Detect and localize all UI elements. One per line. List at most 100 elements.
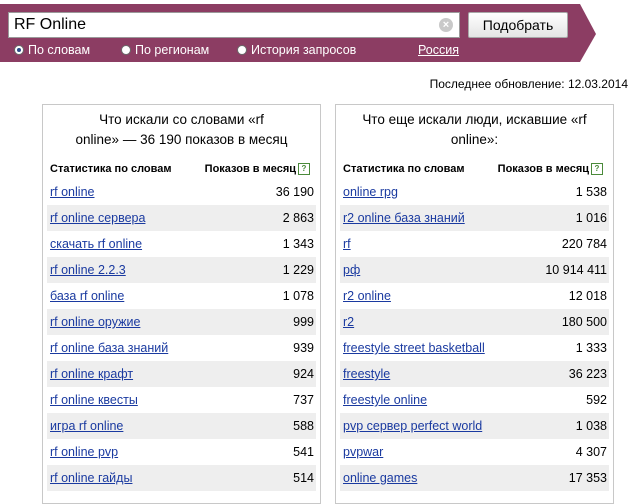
table-row: rf online 36 190 xyxy=(47,179,316,205)
table-row: rf online крафт 924 xyxy=(47,361,316,387)
keyword-link[interactable]: freestyle street basketball xyxy=(343,341,485,355)
impressions-count: 4 307 xyxy=(575,445,607,459)
impressions-count: 17 353 xyxy=(568,471,607,485)
search-box: × xyxy=(8,12,460,38)
table-row: online games 17 353 xyxy=(340,465,609,491)
keyword-link[interactable]: rf xyxy=(343,237,351,251)
mode-by-regions[interactable]: По регионам xyxy=(121,43,209,57)
column-header-count: Показов в месяц ? xyxy=(205,163,310,175)
keyword-link[interactable]: rf online гайды xyxy=(50,471,132,485)
keyword-link[interactable]: pvp сервер perfect world xyxy=(343,419,482,433)
help-icon[interactable]: ? xyxy=(298,163,310,175)
panel-title-line1: Что искали со словами «rf xyxy=(99,112,264,127)
impressions-count: 999 xyxy=(293,315,314,329)
keyword-link[interactable]: rf online база знаний xyxy=(50,341,168,355)
panel-title-line2: online» — 36 190 показов в месяц xyxy=(75,132,288,147)
table-row: online rpg 1 538 xyxy=(340,179,609,205)
impressions-count: 1 229 xyxy=(282,263,314,277)
impressions-count: 2 863 xyxy=(282,211,314,225)
impressions-count: 939 xyxy=(293,341,314,355)
keyword-link[interactable]: база rf online xyxy=(50,289,124,303)
impressions-count: 737 xyxy=(293,393,314,407)
search-banner: × Подобрать По словам По регионам Истори… xyxy=(0,0,638,66)
keyword-link[interactable]: rf online оружие xyxy=(50,315,140,329)
submit-button[interactable]: Подобрать xyxy=(468,12,568,38)
impressions-count: 592 xyxy=(586,393,607,407)
keyword-link[interactable]: freestyle xyxy=(343,367,390,381)
keyword-table: rf online 36 190 rf online сервера 2 863 с… xyxy=(47,179,316,491)
table-row: r2 online 12 018 xyxy=(340,283,609,309)
table-row: r2 180 500 xyxy=(340,309,609,335)
impressions-count: 220 784 xyxy=(561,237,607,251)
clear-icon[interactable]: × xyxy=(439,18,453,32)
impressions-count: 1 333 xyxy=(575,341,607,355)
keyword-link[interactable]: rf online pvp xyxy=(50,445,118,459)
table-row: freestyle 36 223 xyxy=(340,361,609,387)
keyword-link[interactable]: rf online квесты xyxy=(50,393,138,407)
table-row: r2 online база знаний 1 016 xyxy=(340,205,609,231)
column-header-keyword: Статистика по словам xyxy=(50,163,172,175)
table-row: игра rf online 588 xyxy=(47,413,316,439)
impressions-count: 1 016 xyxy=(575,211,607,225)
last-update-text: Последнее обновление: 12.03.2014 xyxy=(429,77,628,91)
impressions-count: 36 190 xyxy=(275,185,314,199)
mode-history[interactable]: История запросов xyxy=(237,43,356,57)
help-icon[interactable]: ? xyxy=(591,163,603,175)
table-row: freestyle online 592 xyxy=(340,387,609,413)
keyword-link[interactable]: rf online сервера xyxy=(50,211,145,225)
impressions-count: 1 538 xyxy=(575,185,607,199)
impressions-count: 180 500 xyxy=(561,315,607,329)
column-header-keyword: Статистика по словам xyxy=(343,163,465,175)
radio-empty-icon[interactable] xyxy=(121,45,131,55)
keyword-link[interactable]: rf online xyxy=(50,185,94,199)
panel-title-line2: online»: xyxy=(450,132,499,147)
impressions-count: 1 038 xyxy=(575,419,607,433)
search-input[interactable] xyxy=(14,15,434,35)
impressions-count: 1 078 xyxy=(282,289,314,303)
table-row: rf online оружие 999 xyxy=(47,309,316,335)
keyword-link[interactable]: pvpwar xyxy=(343,445,383,459)
keyword-link[interactable]: online games xyxy=(343,471,417,485)
keyword-link[interactable]: r2 online xyxy=(343,289,391,303)
also-searched-panel: Что еще искали люди, искавшие «rf online… xyxy=(335,104,614,504)
keyword-link[interactable]: freestyle online xyxy=(343,393,427,407)
region-link[interactable]: Россия xyxy=(418,43,459,57)
keyword-link[interactable]: скачать rf online xyxy=(50,237,142,251)
impressions-count: 12 018 xyxy=(568,289,607,303)
table-row: pvp сервер perfect world 1 038 xyxy=(340,413,609,439)
table-row: freestyle street basketball 1 333 xyxy=(340,335,609,361)
column-header-count-label: Показов в месяц xyxy=(497,163,589,175)
keyword-table: online rpg 1 538 r2 online база знаний 1 0… xyxy=(340,179,609,491)
panel-title-line1: Что еще искали люди, искавшие «rf xyxy=(362,112,587,127)
impressions-count: 10 914 411 xyxy=(545,263,607,277)
keyword-link[interactable]: rf online крафт xyxy=(50,367,133,381)
column-header-count-label: Показов в месяц xyxy=(204,163,296,175)
keyword-link[interactable]: r2 online база знаний xyxy=(343,211,465,225)
table-row: скачать rf online 1 343 xyxy=(47,231,316,257)
impressions-count: 588 xyxy=(293,419,314,433)
keyword-link[interactable]: игра rf online xyxy=(50,419,123,433)
radio-selected-icon[interactable] xyxy=(14,45,24,55)
table-row: pvpwar 4 307 xyxy=(340,439,609,465)
mode-by-words[interactable]: По словам xyxy=(14,43,90,57)
mode-history-label: История запросов xyxy=(251,43,357,57)
table-row: rf online сервера 2 863 xyxy=(47,205,316,231)
table-row: rf online база знаний 939 xyxy=(47,335,316,361)
keyword-link[interactable]: online rpg xyxy=(343,185,398,199)
keyword-link[interactable]: r2 xyxy=(343,315,354,329)
keyword-link[interactable]: рф xyxy=(343,263,360,277)
table-row: rf online гайды 514 xyxy=(47,465,316,491)
table-row: rf online pvp 541 xyxy=(47,439,316,465)
panel-title: Что искали со словами «rf online» — 36 1… xyxy=(43,110,320,150)
mode-by-words-label: По словам xyxy=(28,43,91,57)
related-words-panel: Что искали со словами «rf online» — 36 1… xyxy=(42,104,321,504)
impressions-count: 924 xyxy=(293,367,314,381)
table-row: рф 10 914 411 xyxy=(340,257,609,283)
radio-empty-icon[interactable] xyxy=(237,45,247,55)
table-row: rf 220 784 xyxy=(340,231,609,257)
impressions-count: 514 xyxy=(293,471,314,485)
column-header-count: Показов в месяц ? xyxy=(498,163,603,175)
mode-by-regions-label: По регионам xyxy=(135,43,210,57)
impressions-count: 541 xyxy=(293,445,314,459)
keyword-link[interactable]: rf online 2.2.3 xyxy=(50,263,126,277)
